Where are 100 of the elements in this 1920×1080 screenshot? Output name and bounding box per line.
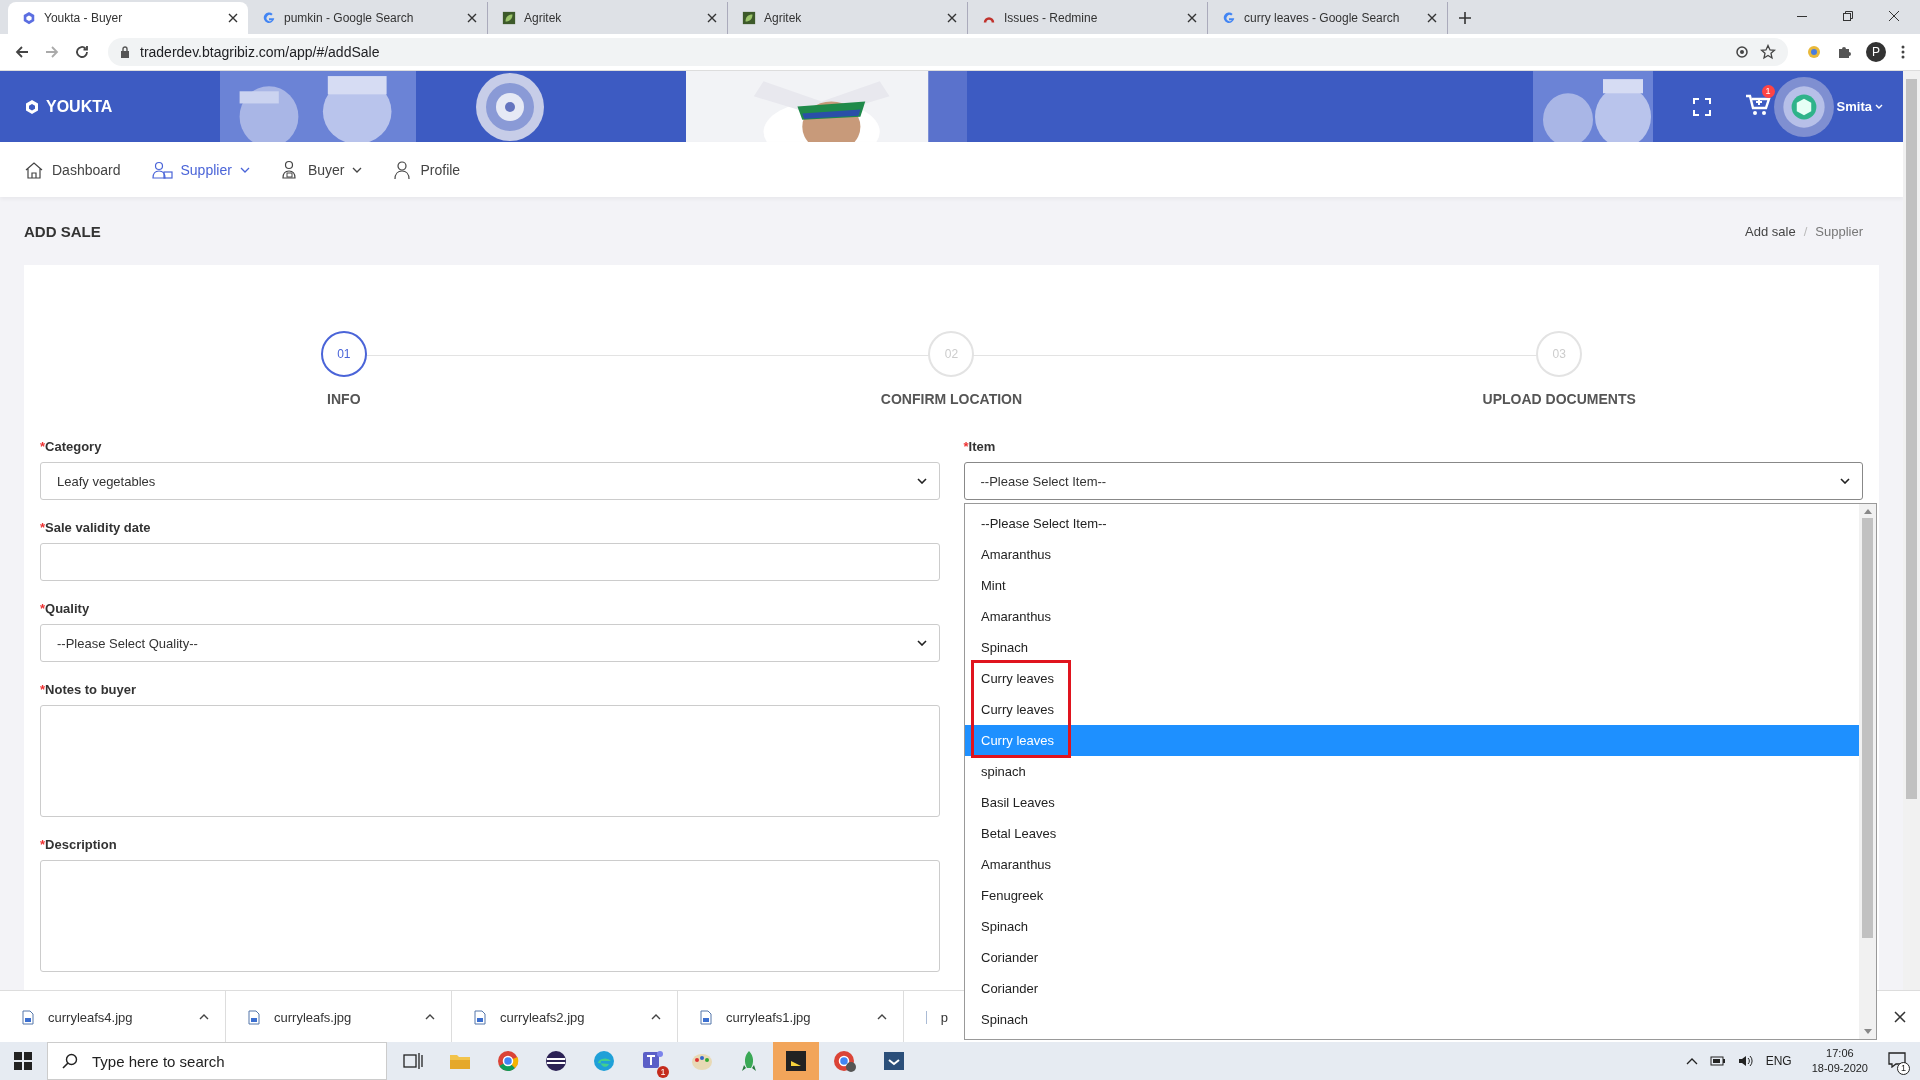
hexagon-icon	[24, 98, 40, 115]
notification-count: 1	[1897, 1061, 1910, 1075]
required-mark: *	[40, 439, 46, 454]
dropdown-option[interactable]: Coriander	[965, 973, 1859, 1004]
chevron-up-icon[interactable]	[1685, 1057, 1698, 1065]
reload-icon[interactable]	[74, 44, 90, 60]
step-label: CONFIRM LOCATION	[880, 391, 1023, 407]
step-circle: 01	[320, 331, 367, 377]
profile-avatar[interactable]: P	[1866, 42, 1886, 62]
dropdown-option[interactable]: Betal Leaves	[965, 818, 1859, 849]
chevron-up-icon[interactable]	[877, 1014, 887, 1020]
notification-badge: 1	[657, 1066, 669, 1078]
browser-icon[interactable]	[497, 1050, 519, 1072]
leaf-icon	[502, 11, 516, 25]
close-icon[interactable]	[1894, 1011, 1906, 1023]
address-bar[interactable]: traderdev.btagribiz.com/app/#/addSale	[108, 38, 1788, 66]
input-field[interactable]	[40, 543, 940, 581]
scroll-up-icon[interactable]	[1863, 508, 1872, 514]
people-icon	[150, 159, 173, 180]
fullscreen-icon[interactable]	[1692, 97, 1711, 116]
nav-item[interactable]: Supplier	[150, 159, 250, 180]
new-tab-icon[interactable]	[1458, 11, 1472, 25]
cart-count-badge: 1	[1761, 84, 1775, 98]
close-icon[interactable]	[947, 13, 957, 23]
breadcrumb-link[interactable]: Supplier	[1815, 223, 1863, 239]
select-field[interactable]: Leafy vegetables	[40, 462, 940, 500]
chevron-down-icon	[916, 640, 927, 646]
step-label: INFO	[327, 391, 361, 407]
dropdown-option[interactable]: Amaranthus	[965, 849, 1859, 880]
dropdown-option[interactable]: Fenugreek	[965, 880, 1859, 911]
user-name[interactable]: Smita	[1836, 99, 1872, 114]
chevron-up-icon[interactable]	[651, 1014, 661, 1020]
back-icon[interactable]	[14, 44, 30, 60]
dropdown-option[interactable]: Coriander	[965, 942, 1859, 973]
nav-item[interactable]: Buyer	[279, 159, 363, 180]
avatar-icon[interactable]	[1772, 75, 1835, 138]
dropdown-option[interactable]: Spinach	[965, 911, 1859, 942]
chevron-down-icon[interactable]	[1875, 104, 1883, 109]
leaf-icon	[742, 11, 756, 25]
close-icon[interactable]	[707, 13, 717, 23]
puzzle-icon[interactable]	[1836, 44, 1852, 60]
star-icon[interactable]	[1760, 44, 1776, 60]
search-icon	[62, 1053, 78, 1069]
dropdown-option[interactable]: Amaranthus	[965, 539, 1859, 570]
nav-item[interactable]: Dashboard	[24, 159, 121, 180]
note-icon	[785, 1050, 807, 1072]
dropdown-option[interactable]: Mint	[965, 570, 1859, 601]
close-icon[interactable]	[1187, 13, 1197, 23]
app-window-icon[interactable]	[883, 1051, 905, 1071]
required-mark: *	[40, 837, 46, 852]
page-title: ADD SALE	[24, 222, 101, 240]
more-icon[interactable]	[1900, 44, 1906, 60]
dropdown-option[interactable]: --Please Select Item--	[965, 508, 1859, 539]
battery-icon[interactable]	[1709, 1055, 1726, 1067]
close-icon[interactable]	[1427, 13, 1437, 23]
browser-tab[interactable]: Youkta - Buyer	[8, 2, 248, 34]
breadcrumb-link[interactable]: Add sale	[1745, 223, 1796, 239]
chevron-up-icon[interactable]	[425, 1014, 435, 1020]
rocket-icon[interactable]	[739, 1050, 759, 1072]
download-item[interactable]: p	[904, 991, 964, 1043]
browser-icon[interactable]	[833, 1050, 857, 1072]
dropdown-option[interactable]: Basil Leaves	[965, 787, 1859, 818]
field-label: Description	[45, 837, 117, 852]
close-icon[interactable]	[467, 13, 477, 23]
windows-start-icon[interactable]	[14, 1052, 32, 1070]
select-field[interactable]: --Please Select Item--	[963, 462, 1863, 500]
scroll-down-icon[interactable]	[1863, 1029, 1872, 1035]
chevron-up-icon[interactable]	[199, 1014, 209, 1020]
close-icon[interactable]	[228, 13, 238, 23]
restore-icon[interactable]	[1842, 10, 1854, 22]
breadcrumb-separator: /	[1803, 223, 1808, 239]
teams-icon[interactable]	[641, 1048, 665, 1070]
nav-item[interactable]: Profile	[392, 159, 461, 180]
dropdown-option[interactable]: Curry leaves	[965, 694, 1859, 725]
location-icon[interactable]	[1734, 44, 1750, 60]
dropdown-option[interactable]: spinach	[965, 756, 1859, 787]
language-indicator[interactable]: ENG	[1765, 1054, 1792, 1068]
cart-icon[interactable]	[1744, 92, 1771, 117]
field-label: Category	[45, 439, 102, 454]
extension-icon[interactable]	[1806, 44, 1822, 60]
scrollbar[interactable]	[1859, 504, 1876, 1039]
taskbar-search-field[interactable]: Type here to search	[47, 1042, 387, 1080]
brand-name: YOUKTA	[46, 97, 113, 116]
dropdown-option[interactable]: Amaranthus	[965, 601, 1859, 632]
field-label: Quality	[45, 601, 90, 616]
clock[interactable]: 17:06 18-09-2020	[1811, 1046, 1868, 1076]
select-field[interactable]: --Please Select Quality--	[40, 624, 940, 662]
close-icon[interactable]	[1888, 10, 1900, 22]
task-view-icon[interactable]	[403, 1052, 423, 1070]
sticky-notes-taskbar-button[interactable]	[773, 1042, 819, 1080]
hexagon-icon	[22, 11, 36, 25]
required-mark: *	[40, 520, 46, 535]
dropdown-option[interactable]: Spinach	[965, 1004, 1859, 1035]
dropdown-option[interactable]: Spinach	[965, 632, 1859, 663]
lock-icon	[120, 46, 130, 58]
field-label: Notes to buyer	[45, 682, 137, 697]
google-icon	[262, 11, 276, 25]
speaker-icon[interactable]	[1737, 1054, 1754, 1068]
eclipse-icon[interactable]	[545, 1050, 567, 1072]
dropdown-option[interactable]: Curry leaves	[965, 663, 1859, 694]
